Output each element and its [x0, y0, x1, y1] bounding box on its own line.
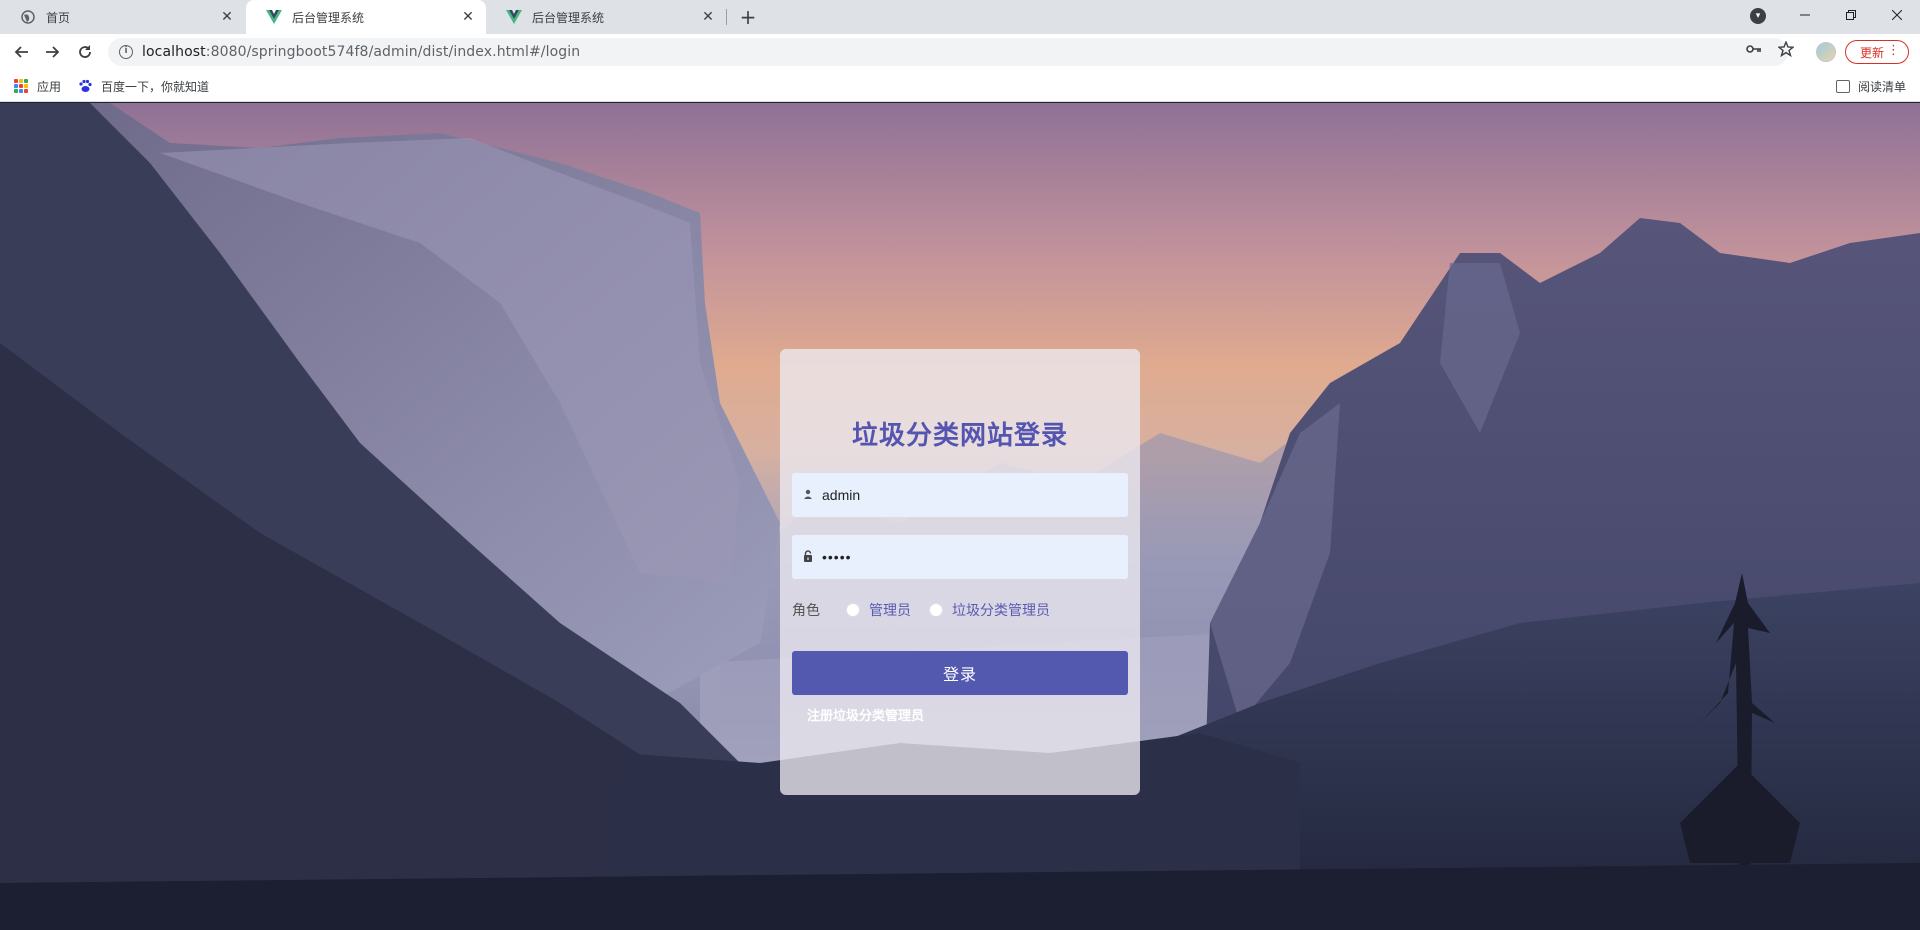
site-info-icon[interactable]: i	[119, 45, 133, 59]
update-label: 更新	[1860, 45, 1885, 60]
update-button[interactable]: 更新 ⋮	[1845, 40, 1909, 64]
page-viewport: 垃圾分类网站登录 角色 管理员 垃圾分类管理员 登录 注册	[0, 103, 1920, 930]
vue-logo-icon	[506, 9, 522, 25]
browser-tab-strip: 首页 ✕ 后台管理系统 ✕ 后台管理系统 ✕ + ▾	[0, 0, 1920, 34]
globe-icon	[20, 9, 36, 25]
minimize-icon[interactable]	[1782, 0, 1828, 30]
tab-admin-active[interactable]: 后台管理系统 ✕	[246, 0, 486, 34]
address-url: localhost:8080/springboot574f8/admin/dis…	[142, 44, 581, 60]
reading-list-label: 阅读清单	[1858, 79, 1907, 94]
tab-title: 首页	[46, 10, 71, 25]
role-option-admin[interactable]: 管理员	[846, 600, 911, 620]
forward-arrow-icon[interactable]	[39, 38, 67, 66]
radio-circle-icon[interactable]	[846, 603, 860, 617]
lock-icon	[800, 549, 816, 565]
role-label: 角色	[792, 603, 820, 619]
tab-admin[interactable]: 后台管理系统 ✕	[486, 0, 726, 34]
radio-circle-icon[interactable]	[929, 603, 943, 617]
baidu-paw-icon	[78, 79, 92, 93]
close-icon[interactable]: ✕	[458, 7, 478, 27]
close-icon[interactable]: ✕	[698, 7, 718, 27]
login-button[interactable]: 登录	[792, 651, 1128, 695]
close-icon[interactable]: ✕	[217, 7, 237, 27]
user-icon	[800, 488, 816, 502]
tab-divider	[726, 9, 727, 25]
role-option-garbage-admin[interactable]: 垃圾分类管理员	[929, 600, 1050, 620]
bookmark-baidu[interactable]: 百度一下，你就知道	[78, 70, 209, 102]
profile-avatar[interactable]	[1816, 42, 1836, 62]
register-link[interactable]: 注册垃圾分类管理员	[807, 705, 924, 724]
back-arrow-icon[interactable]	[7, 38, 35, 66]
tab-search-icon[interactable]: ▾	[1750, 8, 1766, 24]
apps-grid-icon	[14, 79, 28, 93]
reading-list-icon	[1836, 79, 1850, 93]
key-icon[interactable]	[1746, 43, 1762, 59]
bookmark-label: 百度一下，你就知道	[101, 79, 210, 94]
bookmarks-bar: 应用 百度一下，你就知道 阅读清单	[0, 70, 1920, 102]
new-tab-button[interactable]: +	[736, 5, 760, 29]
role-option-label: 垃圾分类管理员	[952, 603, 1050, 619]
login-title: 垃圾分类网站登录	[851, 421, 1068, 451]
address-bar[interactable]: i localhost:8080/springboot574f8/admin/d…	[108, 38, 1788, 66]
role-selector: 角色 管理员 垃圾分类管理员	[792, 599, 1128, 621]
star-bookmark-icon[interactable]	[1777, 40, 1795, 61]
username-field[interactable]	[792, 473, 1128, 517]
role-option-label: 管理员	[869, 603, 911, 619]
browser-toolbar: i localhost:8080/springboot574f8/admin/d…	[0, 34, 1920, 70]
reload-icon[interactable]	[71, 38, 99, 66]
password-field[interactable]	[792, 535, 1128, 579]
tab-home[interactable]: 首页 ✕	[0, 0, 245, 34]
login-card: 垃圾分类网站登录 角色 管理员 垃圾分类管理员 登录 注册	[780, 349, 1140, 795]
reading-list-button[interactable]: 阅读清单	[1836, 70, 1906, 102]
bookmark-label: 应用	[37, 79, 62, 94]
password-input[interactable]	[822, 549, 1122, 565]
vue-logo-icon	[266, 9, 282, 25]
tab-title: 后台管理系统	[532, 10, 605, 25]
restore-icon[interactable]	[1828, 0, 1874, 30]
more-menu-icon[interactable]: ⋮	[1887, 43, 1900, 58]
window-close-icon[interactable]	[1874, 0, 1920, 30]
username-input[interactable]	[822, 487, 1122, 503]
tab-title: 后台管理系统	[292, 10, 365, 25]
bookmark-apps[interactable]: 应用	[14, 70, 61, 102]
